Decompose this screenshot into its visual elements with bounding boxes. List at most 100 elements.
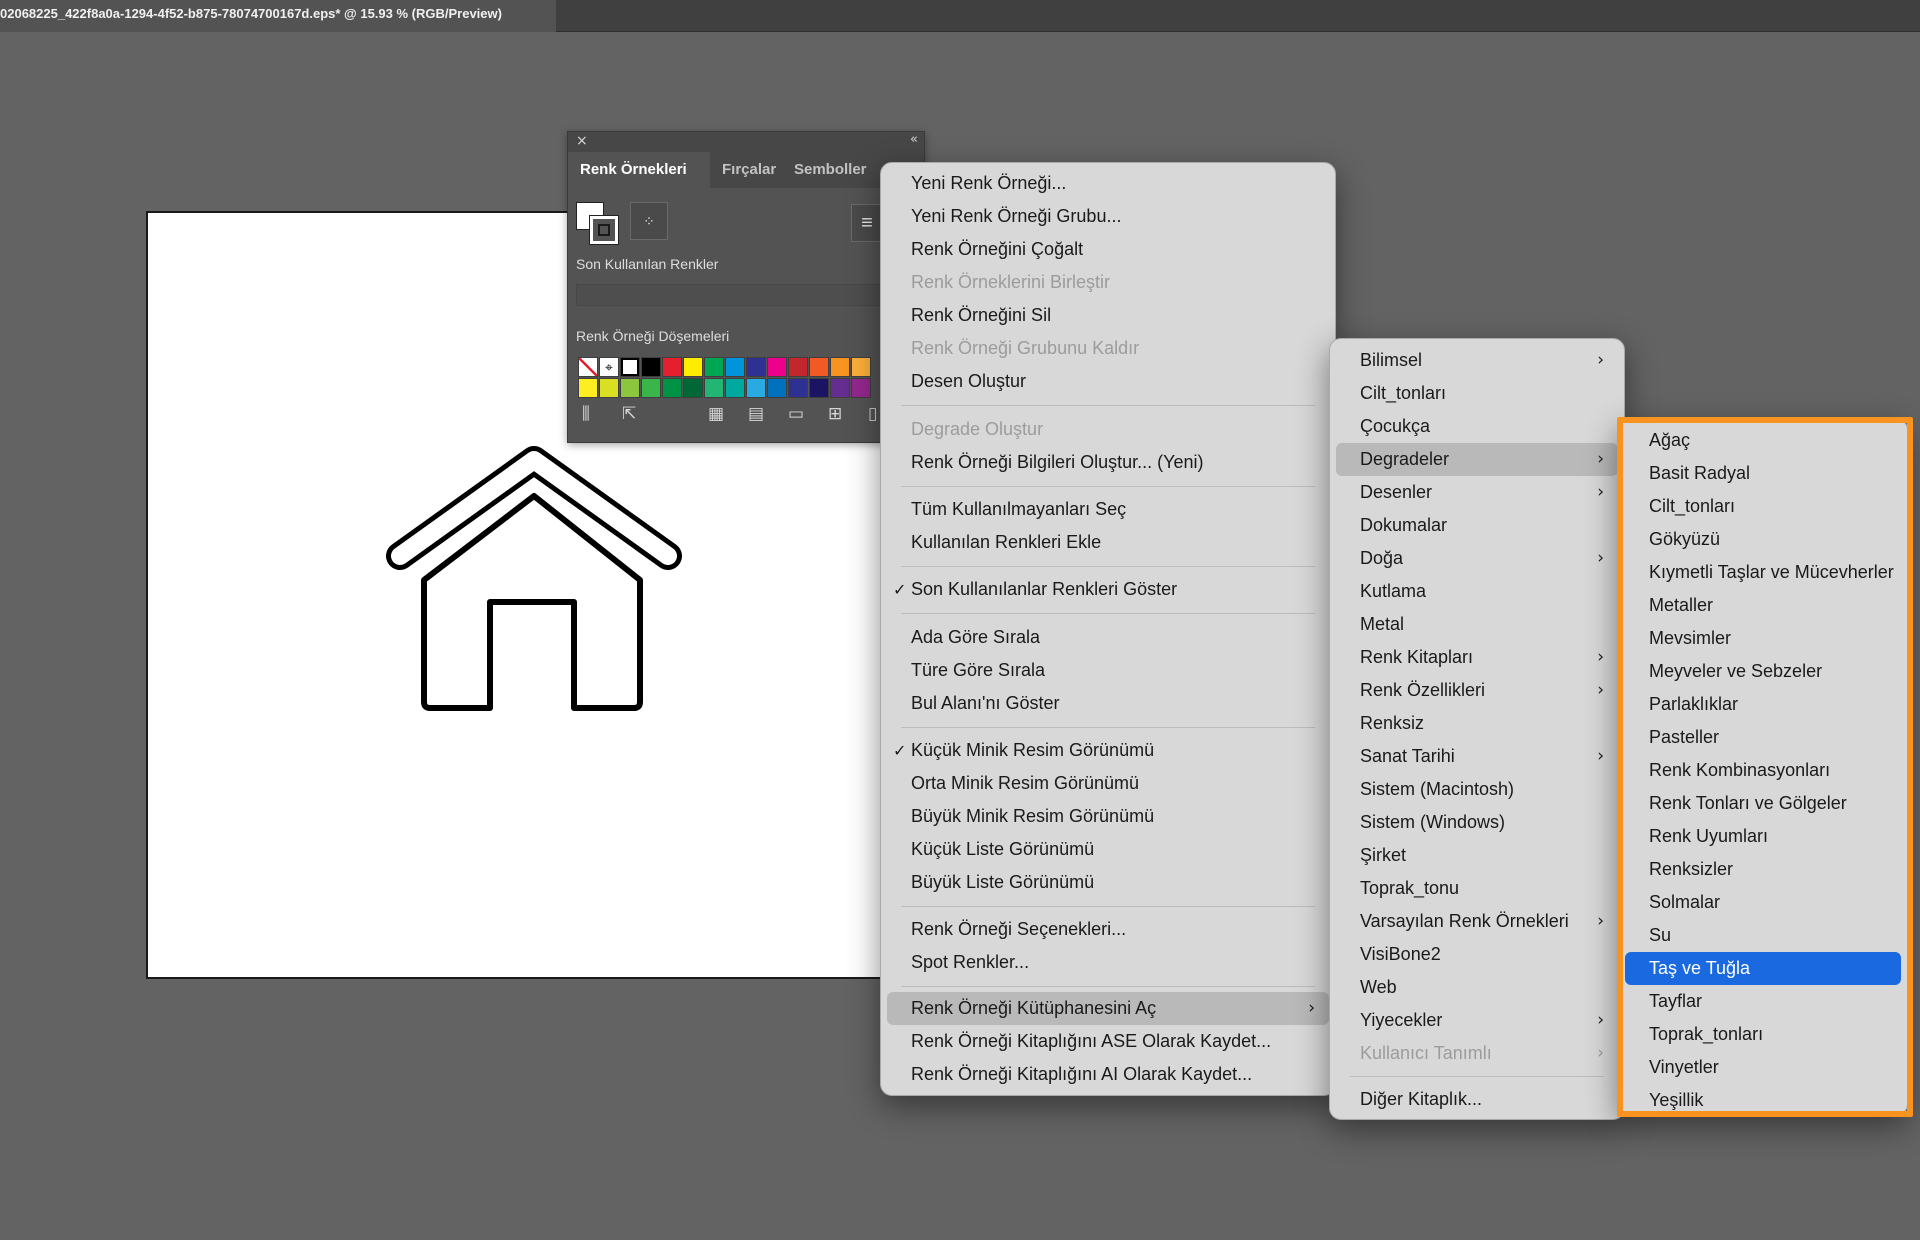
library-item-metal[interactable]: Metal [1336,608,1618,641]
menu-item-new-swatch-group[interactable]: Yeni Renk Örneği Grubu... [887,200,1329,233]
library-item-varsayilan[interactable]: Varsayılan Renk Örnekleri › [1336,905,1618,938]
gradient-item-renk-kombinasyonlari[interactable]: Renk Kombinasyonları [1625,754,1901,787]
tab-brushes[interactable]: Fırçalar [722,152,776,188]
menu-item-medium-thumbnail[interactable]: Orta Minik Resim Görünümü [887,767,1329,800]
swatch[interactable] [788,378,808,398]
menu-item-large-thumbnail[interactable]: Büyük Minik Resim Görünümü [887,800,1329,833]
library-icon[interactable]: ⫼ [582,404,590,424]
swatch[interactable] [851,378,871,398]
menu-item-open-swatch-library[interactable]: Renk Örneği Kütüphanesini Aç › [887,992,1329,1025]
library-item-degradeler[interactable]: Degradeler › [1336,443,1618,476]
swatch-none[interactable] [578,357,598,377]
menu-item-save-library-ase[interactable]: Renk Örneği Kitaplığını ASE Olarak Kayde… [887,1025,1329,1058]
menu-item-create-pattern[interactable]: Desen Oluştur [887,365,1329,398]
new-group-folder-icon[interactable]: ▭ [788,404,804,424]
swatch[interactable] [767,357,787,377]
menu-item-create-swatch-info[interactable]: Renk Örneği Bilgileri Oluştur... (Yeni) [887,446,1329,479]
fill-stroke-indicator[interactable] [576,202,626,248]
show-kinds-icon[interactable]: ▦ [708,404,724,424]
delete-swatch-icon[interactable]: ▯ [868,404,877,424]
import-icon[interactable]: ⇱ [622,404,636,424]
gradient-item-basit-radyal[interactable]: Basit Radyal [1625,457,1901,490]
library-item-other-library[interactable]: Diğer Kitaplık... [1336,1083,1618,1116]
gradient-item-renk-uyumlari[interactable]: Renk Uyumları [1625,820,1901,853]
menu-item-show-recent[interactable]: ✓ Son Kullanılanlar Renkleri Göster [887,573,1329,606]
gradient-item-tayflar[interactable]: Tayflar [1625,985,1901,1018]
menu-item-large-list[interactable]: Büyük Liste Görünümü [887,866,1329,899]
library-item-sanat-tarihi[interactable]: Sanat Tarihi › [1336,740,1618,773]
menu-item-spot-colors[interactable]: Spot Renkler... [887,946,1329,979]
gradient-item-yesillik[interactable]: Yeşillik [1625,1084,1901,1117]
gradient-item-agac[interactable]: Ağaç [1625,424,1901,457]
menu-item-add-used-colors[interactable]: Kullanılan Renkleri Ekle [887,526,1329,559]
gradient-item-gokyuzu[interactable]: Gökyüzü [1625,523,1901,556]
gradient-item-pasteller[interactable]: Pasteller [1625,721,1901,754]
library-item-sistem-mac[interactable]: Sistem (Macintosh) [1336,773,1618,806]
library-item-toprak-tonu[interactable]: Toprak_tonu [1336,872,1618,905]
library-item-cilt-tonlari[interactable]: Cilt_tonları [1336,377,1618,410]
swatch[interactable] [704,357,724,377]
menu-item-save-library-ai[interactable]: Renk Örneği Kitaplığını AI Olarak Kaydet… [887,1058,1329,1091]
swatch[interactable] [746,357,766,377]
gradient-item-renksizler[interactable]: Renksizler [1625,853,1901,886]
gradient-item-solmalar[interactable]: Solmalar [1625,886,1901,919]
gradient-item-kiymetli-taslar[interactable]: Kıymetli Taşlar ve Mücevherler [1625,556,1901,589]
swatch[interactable] [578,378,598,398]
menu-item-swatch-options[interactable]: Renk Örneği Seçenekleri... [887,913,1329,946]
swatch[interactable] [704,378,724,398]
menu-item-small-list[interactable]: Küçük Liste Görünümü [887,833,1329,866]
swatch[interactable] [809,378,829,398]
swatch[interactable] [830,378,850,398]
library-item-renk-ozellikleri[interactable]: Renk Özellikleri › [1336,674,1618,707]
library-item-web[interactable]: Web [1336,971,1618,1004]
swatch[interactable] [641,378,661,398]
house-artwork[interactable] [386,440,686,720]
gradient-item-renk-tonlari[interactable]: Renk Tonları ve Gölgeler [1625,787,1901,820]
swatch[interactable] [725,357,745,377]
swatch[interactable] [788,357,808,377]
library-item-renksiz[interactable]: Renksiz [1336,707,1618,740]
menu-item-delete-swatch[interactable]: Renk Örneğini Sil [887,299,1329,332]
swatch[interactable] [599,378,619,398]
library-item-doga[interactable]: Doğa › [1336,542,1618,575]
swatch[interactable] [641,357,661,377]
gradient-item-cilt-tonlari[interactable]: Cilt_tonları [1625,490,1901,523]
menu-item-sort-by-name[interactable]: Ada Göre Sırala [887,621,1329,654]
panel-menu-icon[interactable]: ≡ [851,204,883,242]
swatch[interactable] [830,357,850,377]
swatch-options-icon[interactable]: ▤ [748,404,764,424]
swatch-registration[interactable]: ⌖ [599,357,619,377]
menu-item-select-unused[interactable]: Tüm Kullanılmayanları Seç [887,493,1329,526]
gradient-item-meyveler[interactable]: Meyveler ve Sebzeler [1625,655,1901,688]
tab-swatches[interactable]: Renk Örnekleri [568,152,710,188]
swatch[interactable] [620,378,640,398]
swatch[interactable] [851,357,871,377]
swatch[interactable] [620,357,640,377]
library-item-visibone2[interactable]: VisiBone2 [1336,938,1618,971]
swatch[interactable] [725,378,745,398]
library-item-cocukca[interactable]: Çocukça [1336,410,1618,443]
menu-item-small-thumbnail[interactable]: ✓ Küçük Minik Resim Görünümü [887,734,1329,767]
swatch[interactable] [662,378,682,398]
library-item-bilimsel[interactable]: Bilimsel › [1336,344,1618,377]
tab-symbols[interactable]: Semboller [794,152,867,188]
library-item-kutlama[interactable]: Kutlama [1336,575,1618,608]
document-tab[interactable]: 02068225_422f8a0a-1294-4f52-b875-7807470… [0,0,556,32]
library-item-sirket[interactable]: Şirket [1336,839,1618,872]
gradient-item-tas-ve-tugla[interactable]: Taş ve Tuğla [1625,952,1901,985]
stroke-swatch[interactable] [589,215,619,245]
gradient-item-parlakliklar[interactable]: Parlaklıklar [1625,688,1901,721]
gradient-item-metaller[interactable]: Metaller [1625,589,1901,622]
library-item-yiyecekler[interactable]: Yiyecekler › [1336,1004,1618,1037]
new-swatch-icon[interactable]: ⊞ [828,404,842,424]
swatch[interactable] [746,378,766,398]
menu-item-show-find-field[interactable]: Bul Alanı'nı Göster [887,687,1329,720]
gradient-item-su[interactable]: Su [1625,919,1901,952]
library-item-dokumalar[interactable]: Dokumalar [1336,509,1618,542]
menu-item-sort-by-kind[interactable]: Türe Göre Sırala [887,654,1329,687]
swatch[interactable] [683,378,703,398]
swatch[interactable] [662,357,682,377]
library-item-desenler[interactable]: Desenler › [1336,476,1618,509]
menu-item-new-swatch[interactable]: Yeni Renk Örneği... [887,167,1329,200]
swatch[interactable] [767,378,787,398]
